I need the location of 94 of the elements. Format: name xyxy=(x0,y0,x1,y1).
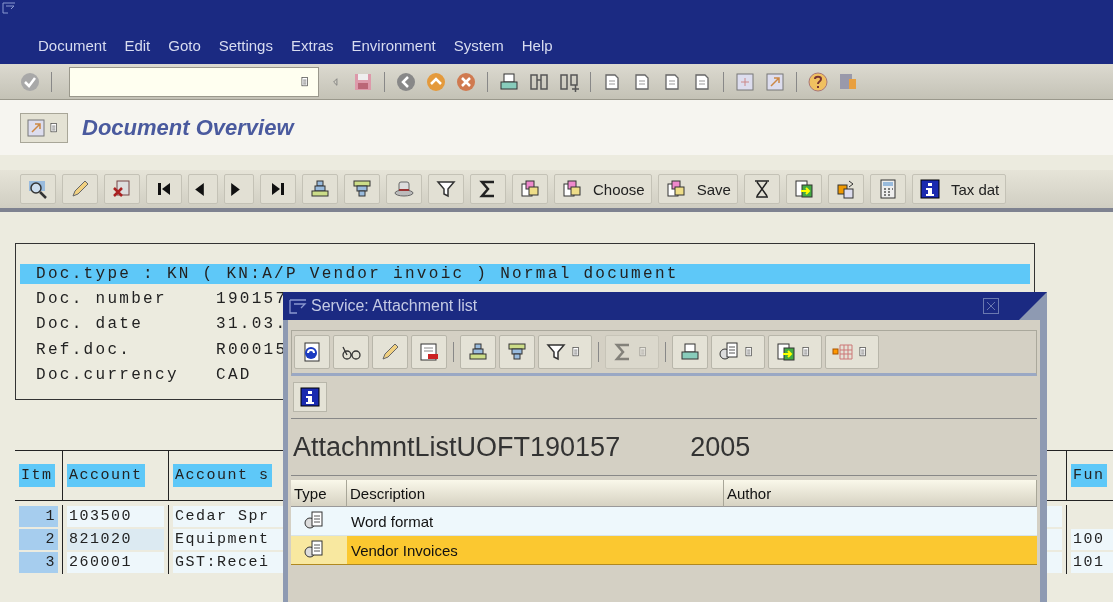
shortcut-icon xyxy=(764,70,786,93)
sort-ascending-icon xyxy=(467,341,489,363)
column-header[interactable]: Account xyxy=(67,464,145,487)
toolbar-button[interactable] xyxy=(785,174,822,204)
field-value: R00015 xyxy=(216,340,288,359)
field-value: 31.03. xyxy=(216,315,288,334)
table-cell: 821020 xyxy=(67,529,164,550)
grid-icon xyxy=(832,341,854,363)
window-icon xyxy=(734,70,756,93)
printer-icon xyxy=(498,70,520,93)
table-cell: 2 xyxy=(19,529,58,550)
field-value: CAD xyxy=(216,366,252,385)
page-title: Document Overview xyxy=(82,114,294,141)
window-menu-icon[interactable] xyxy=(2,2,16,14)
menu-item[interactable]: Document xyxy=(38,37,107,54)
copy-icon xyxy=(561,178,583,200)
column-header[interactable]: Type xyxy=(291,480,347,507)
toolbar-button[interactable] xyxy=(806,69,830,94)
field-value: 190157 xyxy=(216,289,288,308)
filter-icon xyxy=(545,341,567,363)
cancel-icon xyxy=(455,70,477,93)
toolbar-button[interactable] xyxy=(768,335,822,369)
column-header[interactable]: Itm xyxy=(19,464,55,487)
triangle-left-icon xyxy=(195,182,204,196)
refresh-icon xyxy=(301,341,323,363)
field-label: Ref.doc. xyxy=(36,340,133,359)
menu-item[interactable]: Settings xyxy=(218,37,273,54)
sort-descending-icon xyxy=(506,341,528,363)
field-label: Doc. number xyxy=(36,289,168,308)
info-icon xyxy=(299,386,321,408)
copy-icon xyxy=(519,178,541,200)
close-button[interactable] xyxy=(983,298,999,314)
toolbar-button[interactable] xyxy=(294,335,330,369)
magnifier-icon xyxy=(27,178,49,200)
help-icon xyxy=(807,70,829,93)
command-field[interactable] xyxy=(69,66,319,97)
copy-icon xyxy=(664,178,687,200)
pencil-icon xyxy=(379,341,401,363)
menu-item[interactable]: Help xyxy=(521,37,553,54)
sort-ascending-icon xyxy=(309,178,331,200)
toolbar-button[interactable] xyxy=(224,174,254,204)
menu-item[interactable]: Edit xyxy=(124,37,151,54)
details-icon xyxy=(418,341,440,363)
toolbar-button[interactable] xyxy=(470,174,506,204)
window-menu-icon[interactable] xyxy=(289,298,307,314)
toolbar-button[interactable] xyxy=(743,174,780,204)
table-cell: 3 xyxy=(19,552,58,573)
toolbar-button[interactable] xyxy=(20,174,56,204)
documents-icon xyxy=(303,539,325,561)
list-heading: AttachmntListUOFT190157 xyxy=(293,431,621,463)
export-icon xyxy=(775,341,797,363)
sort-descending-icon xyxy=(351,178,373,200)
check-icon xyxy=(19,70,41,93)
column-header[interactable]: Fun xyxy=(1071,464,1107,487)
year-text: 2005 xyxy=(690,431,751,463)
field-label: Doc.currency xyxy=(36,366,180,385)
attachment-description[interactable]: Word format xyxy=(351,512,434,530)
export-icon xyxy=(792,178,815,200)
column-header[interactable]: Description xyxy=(347,480,724,507)
documents-icon xyxy=(303,510,325,532)
menu-button[interactable] xyxy=(20,112,68,143)
documents-icon xyxy=(718,341,740,363)
menu-item[interactable]: Environment xyxy=(351,37,436,54)
table-cell: 100 xyxy=(1071,529,1113,550)
info-icon xyxy=(918,178,941,200)
menu-item[interactable]: Goto xyxy=(168,37,201,54)
close-icon xyxy=(984,299,998,313)
table-cell: 1 xyxy=(19,506,58,527)
pencil-icon xyxy=(69,178,91,200)
shortcut-icon xyxy=(25,116,47,139)
filter-icon xyxy=(435,178,457,200)
table-cell: 101 xyxy=(1071,552,1113,573)
toolbar-button[interactable]: Tax dat xyxy=(911,174,1007,204)
info-button[interactable] xyxy=(293,382,327,412)
toolbar-button[interactable] xyxy=(260,174,296,204)
toolbar-button[interactable] xyxy=(188,174,218,204)
hat-icon xyxy=(393,178,415,200)
menu-item[interactable]: System xyxy=(453,37,504,54)
toolbar-button[interactable] xyxy=(538,335,592,369)
printer-icon xyxy=(679,341,701,363)
table-cell: 260001 xyxy=(67,552,164,573)
menu-item[interactable]: Extras xyxy=(290,37,334,54)
toolbar-button[interactable] xyxy=(333,335,369,369)
toolbar-button[interactable]: Save xyxy=(657,174,738,204)
field-label: Doc. date xyxy=(36,315,145,334)
table-cell: 103500 xyxy=(67,506,164,527)
triangle-right-icon xyxy=(231,182,240,196)
column-header[interactable]: Account s xyxy=(173,464,272,487)
column-header[interactable]: Author xyxy=(724,480,1037,507)
toolbar-button[interactable] xyxy=(428,174,464,204)
swap-icon xyxy=(834,178,857,200)
toolbar-button[interactable]: Choose xyxy=(554,174,652,204)
toolbar-button[interactable] xyxy=(146,174,182,204)
dialog-title: Service: Attachment list xyxy=(311,297,478,315)
